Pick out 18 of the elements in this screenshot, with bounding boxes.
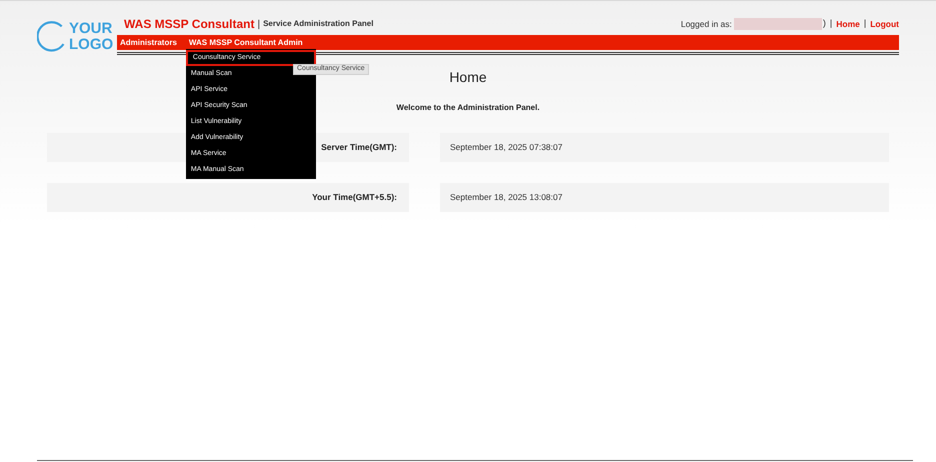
time-value: September 18, 2025 07:38:07 xyxy=(440,133,889,162)
page-title: Home xyxy=(449,68,487,87)
time-value: September 18, 2025 13:08:07 xyxy=(440,183,889,212)
title-separator: | xyxy=(257,18,260,32)
nav-item[interactable]: WAS MSSP Consultant Admin xyxy=(186,36,306,48)
nav-item[interactable]: Administrators xyxy=(117,36,180,48)
welcome-text: Welcome to the Administration Panel. xyxy=(396,102,540,114)
time-label: Your Time(GMT+5.5): xyxy=(47,183,409,212)
username-suffix: ) xyxy=(822,17,826,30)
panel-subtitle: Service Administration Panel xyxy=(263,18,374,30)
header-link[interactable]: Home xyxy=(836,18,860,30)
logo-text: YOUR xyxy=(69,21,114,37)
link-separator: | xyxy=(830,17,832,30)
logo-text: LOGO xyxy=(69,37,114,53)
header-link[interactable]: Logout xyxy=(870,18,899,30)
link-separator: | xyxy=(864,17,866,30)
logged-in-label: Logged in as: xyxy=(680,18,732,30)
app-name: WAS MSSP Consultant xyxy=(124,16,254,33)
